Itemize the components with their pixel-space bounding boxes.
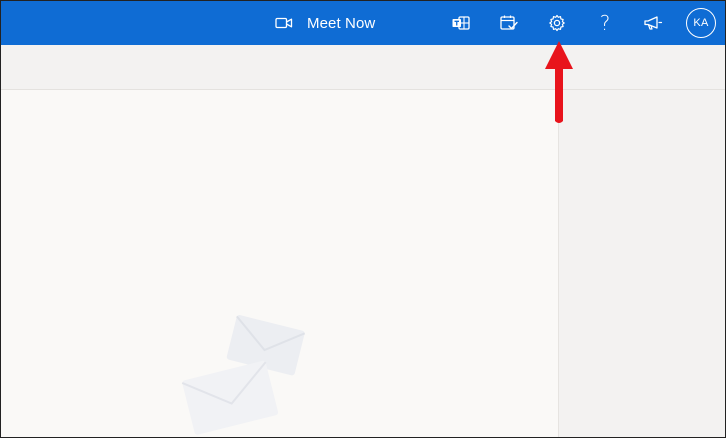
gear-icon [548,14,566,32]
video-camera-icon [275,16,293,30]
calendar-check-icon [499,14,519,32]
side-pane [559,90,725,437]
command-bar [1,45,725,90]
whats-new-button[interactable] [637,1,669,45]
settings-button[interactable] [541,1,573,45]
help-icon: ? [599,11,611,35]
top-bar: Meet Now ? KA [1,1,725,45]
my-day-button[interactable] [493,1,525,45]
avatar: KA [686,8,716,38]
empty-mail-illustration [179,312,309,437]
account-button[interactable]: KA [683,1,719,45]
app-window: Meet Now ? KA [0,0,726,438]
teams-button[interactable] [445,1,477,45]
reading-pane [1,90,559,437]
meet-now-button[interactable]: Meet Now [269,1,387,45]
teams-icon [451,14,471,32]
megaphone-icon [643,15,663,31]
meet-now-label: Meet Now [307,14,376,32]
help-button[interactable]: ? [589,1,621,45]
